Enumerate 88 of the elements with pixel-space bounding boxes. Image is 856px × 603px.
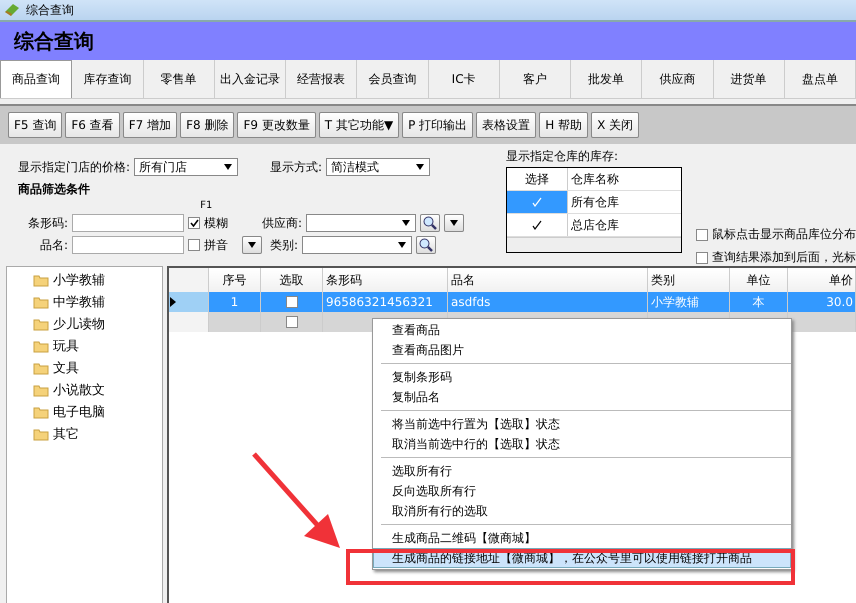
field-label: 类别: xyxy=(270,236,298,254)
folder-icon xyxy=(33,340,49,352)
row-pointer-icon xyxy=(169,297,177,307)
tree-item[interactable]: 电子电脑 xyxy=(21,401,162,423)
checkbox-label: 查询结果添加到后面，光标 xyxy=(712,249,856,266)
toolbar-button[interactable]: F5 查询 xyxy=(8,112,62,138)
toolbar-button[interactable]: F7 增加 xyxy=(122,112,178,138)
toolbar-button[interactable]: F6 查看 xyxy=(65,112,120,138)
tree-item[interactable]: 少儿读物 xyxy=(21,313,162,335)
toolbar-button[interactable]: X 关闭 xyxy=(591,112,640,138)
search-button[interactable] xyxy=(420,214,440,232)
checkbox[interactable] xyxy=(696,252,708,264)
folder-icon xyxy=(33,384,49,396)
input-field[interactable] xyxy=(72,236,184,254)
scrollbar[interactable] xyxy=(507,237,681,252)
tree-item[interactable]: 小说散文 xyxy=(21,379,162,401)
checkbox[interactable] xyxy=(696,228,708,240)
page-title: 综合查询 xyxy=(14,28,94,54)
table-cell: 30.0 xyxy=(788,292,856,312)
shortcut-hint: F1 xyxy=(200,200,214,212)
tree-item[interactable]: 中学教辅 xyxy=(21,291,162,313)
caret-icon xyxy=(247,241,257,249)
menu-item[interactable]: 查看商品图片 xyxy=(373,340,791,360)
toolbar-button[interactable]: F9 更改数量 xyxy=(237,112,316,138)
table-cell: 小学教辅 xyxy=(648,292,730,312)
check-icon[interactable] xyxy=(532,220,542,230)
folder-icon xyxy=(33,428,49,440)
mode-dropdown[interactable]: 简洁模式 xyxy=(326,158,430,176)
checkbox-label: 鼠标点击显示商品库位分布 xyxy=(712,226,856,243)
menu-item[interactable]: 反向选取所有行 xyxy=(373,481,791,501)
tree-item[interactable]: 文具 xyxy=(21,357,162,379)
field-label: 显示指定门店的价格: xyxy=(18,158,130,176)
table-cell: 96586321456321 xyxy=(323,292,448,312)
tree-item[interactable]: 玩具 xyxy=(21,335,162,357)
table-cell-text: 总店仓库 xyxy=(570,216,620,234)
table-cell-text: 所有仓库 xyxy=(570,194,620,210)
caret-icon xyxy=(223,163,234,171)
caret-icon xyxy=(449,219,460,227)
menu-item[interactable]: 复制条形码 xyxy=(373,367,791,387)
caret-icon xyxy=(401,219,412,227)
table-cell: asdfds xyxy=(448,292,648,312)
folder-icon xyxy=(33,296,49,308)
menu-item[interactable]: 将当前选中行置为【选取】状态 xyxy=(373,414,791,434)
tree-item[interactable]: 小学教辅 xyxy=(21,269,162,291)
store-dropdown[interactable]: 所有门店 xyxy=(134,158,238,176)
table-cell xyxy=(788,312,856,332)
checkbox-label: 模糊 xyxy=(204,214,228,232)
dropdown-button[interactable] xyxy=(242,236,262,254)
toolbar-button[interactable]: P 打印输出 xyxy=(402,112,474,138)
folder-icon xyxy=(33,274,49,286)
toolbar-button[interactable]: F8 删除 xyxy=(180,112,234,138)
checkbox[interactable] xyxy=(286,316,298,328)
field-label: 显示指定仓库的库存: xyxy=(506,148,620,165)
menu-item[interactable]: 选取所有行 xyxy=(373,461,791,481)
table-cell: 1 xyxy=(209,292,261,312)
row-header[interactable] xyxy=(169,292,209,312)
section-title: 商品筛选条件 xyxy=(18,180,90,198)
checkbox[interactable] xyxy=(188,239,200,251)
caret-icon xyxy=(397,241,408,249)
checkbox-label: 拼音 xyxy=(204,236,228,254)
field-label: 条形码: xyxy=(26,214,68,232)
column-header: 仓库名称 xyxy=(570,170,620,188)
tab[interactable]: 商品查询 xyxy=(0,60,72,98)
input-field[interactable] xyxy=(72,214,184,232)
folder-icon xyxy=(33,362,49,374)
folder-icon xyxy=(33,406,49,418)
tree-item[interactable]: 其它 xyxy=(21,423,162,445)
menu-item[interactable]: 复制品名 xyxy=(373,387,791,407)
dropdown-button[interactable] xyxy=(444,214,464,232)
menu-item[interactable]: 生成商品二维码【微商城】 xyxy=(373,528,791,548)
menu-item[interactable]: 取消当前选中行的【选取】状态 xyxy=(373,434,791,454)
table-cell: 本 xyxy=(730,292,788,312)
search-button[interactable] xyxy=(416,236,436,254)
field-label: 品名: xyxy=(38,236,68,254)
toolbar-button[interactable]: H 帮助 xyxy=(539,112,588,138)
toolbar-button[interactable]: 表格设置 xyxy=(476,112,536,138)
checkbox[interactable] xyxy=(188,217,200,229)
field-label: 显示方式: xyxy=(270,158,322,176)
menu-item[interactable]: 取消所有行的选取 xyxy=(373,501,791,521)
window-title: 综合查询 xyxy=(26,2,74,18)
column-header: 选择 xyxy=(507,168,568,190)
checkbox[interactable] xyxy=(286,296,298,308)
app-icon xyxy=(4,3,20,17)
caret-icon xyxy=(415,163,426,171)
folder-icon xyxy=(33,318,49,330)
menu-item[interactable]: 查看商品 xyxy=(373,320,791,340)
field-label: 供应商: xyxy=(262,214,302,232)
toolbar-button[interactable]: T 其它功能▼ xyxy=(318,112,400,138)
